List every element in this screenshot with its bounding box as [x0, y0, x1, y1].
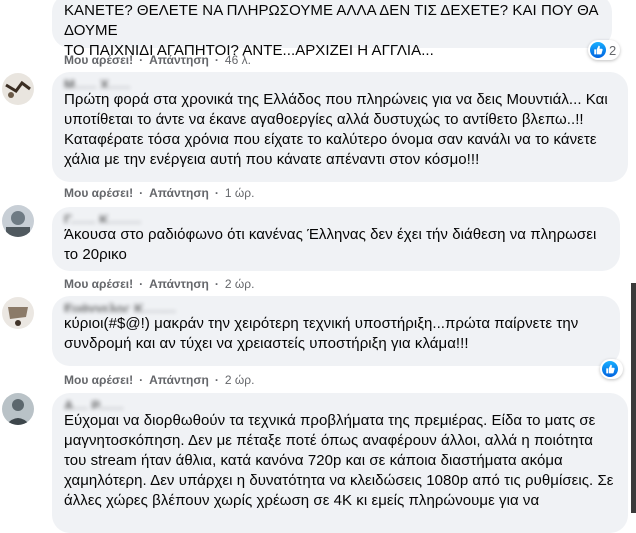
- reaction-badge[interactable]: [600, 359, 623, 379]
- comment-bubble: Μ...... Χ...... Πρώτη φορά στα χρονικά τ…: [52, 72, 628, 182]
- comment-author[interactable]: Α.... Ρ.......: [64, 399, 616, 409]
- comment-text: κύριοι(#$@!) μακράν την χειρότερη τεχνικ…: [64, 315, 579, 352]
- like-link[interactable]: Μου αρέσει!: [64, 373, 133, 387]
- like-reaction-icon: [602, 361, 618, 377]
- like-link[interactable]: Μου αρέσει!: [64, 53, 133, 67]
- comment-bubble: Α.... Ρ....... Εύχομαι να διορθωθούν τα …: [52, 393, 628, 533]
- avatar[interactable]: [2, 393, 34, 425]
- comment-bubble: ΚΑΝΕΤΕ? ΘΕΛΕΤΕ ΝΑ ΠΛΗΡΩΣΟΥΜΕ ΑΛΛΑ ΔΕΝ ΤΙ…: [52, 0, 612, 59]
- reply-link[interactable]: Απάντηση: [149, 277, 209, 291]
- reaction-count: 2: [609, 42, 617, 58]
- avatar[interactable]: [2, 73, 34, 105]
- avatar[interactable]: [2, 205, 34, 237]
- comment-author[interactable]: Μ...... Χ......: [64, 78, 616, 88]
- like-reaction-icon: [590, 42, 606, 58]
- reaction-badge[interactable]: 2: [588, 40, 621, 60]
- reply-link[interactable]: Απάντηση: [149, 373, 209, 387]
- comment-time[interactable]: 1 ώρ.: [225, 186, 255, 200]
- comment-actions: Μου αρέσει! · Απάντηση · 2 ώρ.: [64, 373, 255, 387]
- comment-text: ΚΑΝΕΤΕ? ΘΕΛΕΤΕ ΝΑ ΠΛΗΡΩΣΟΥΜΕ ΑΛΛΑ ΔΕΝ ΤΙ…: [64, 2, 598, 59]
- comment-time[interactable]: 2 ώρ.: [225, 373, 255, 387]
- comment-actions: Μου αρέσει! · Απάντηση · 2 ώρ.: [64, 277, 255, 291]
- comment-actions: Μου αρέσει! · Απάντηση · 1 ώρ.: [64, 186, 255, 200]
- reply-link[interactable]: Απάντηση: [149, 186, 209, 200]
- comment-author[interactable]: Ευάγγελος Κ.........: [64, 302, 608, 312]
- like-link[interactable]: Μου αρέσει!: [64, 186, 133, 200]
- scrollbar[interactable]: [631, 283, 636, 513]
- comment-time[interactable]: 2 ώρ.: [225, 277, 255, 291]
- comment-actions: Μου αρέσει! · Απάντηση · 46 λ.: [64, 53, 251, 67]
- comment-bubble: Γ....... Κ......... Άκουσα στο ραδιόφωνο…: [52, 207, 620, 271]
- reply-link[interactable]: Απάντηση: [149, 53, 209, 67]
- comment-bubble: Ευάγγελος Κ......... κύριοι(#$@!) μακράν…: [52, 296, 620, 366]
- comment-time[interactable]: 46 λ.: [225, 53, 251, 67]
- comment-text: Άκουσα στο ραδιόφωνο ότι κανένας Έλληνας…: [64, 226, 597, 263]
- comment-text: Πρώτη φορά στα χρονικά της Ελλάδος που π…: [64, 91, 608, 168]
- comment-text: Εύχομαι να διορθωθούν τα τεχνικά προβλήμ…: [64, 412, 614, 509]
- like-link[interactable]: Μου αρέσει!: [64, 277, 133, 291]
- comment-author[interactable]: Γ....... Κ.........: [64, 213, 608, 223]
- avatar[interactable]: [2, 297, 34, 329]
